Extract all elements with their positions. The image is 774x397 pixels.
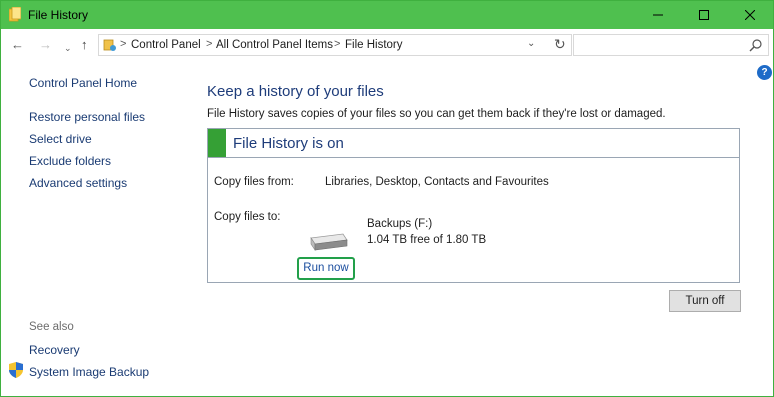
address-dropdown-icon[interactable]: ⌄ bbox=[527, 38, 535, 49]
drive-icon bbox=[310, 233, 348, 251]
copy-from-value: Libraries, Desktop, Contacts and Favouri… bbox=[325, 176, 549, 188]
system-image-backup-link[interactable]: System Image Backup bbox=[29, 365, 149, 379]
page-description: File History saves copies of your files … bbox=[207, 108, 666, 120]
drive-name: Backups (F:) bbox=[367, 218, 433, 230]
breadcrumb-file-history[interactable]: File History bbox=[345, 39, 403, 51]
select-drive-link[interactable]: Select drive bbox=[29, 132, 92, 146]
uac-shield-icon bbox=[9, 362, 23, 378]
window-title: File History bbox=[28, 8, 89, 22]
exclude-folders-link[interactable]: Exclude folders bbox=[29, 154, 111, 168]
breadcrumb-separator: > bbox=[206, 38, 213, 50]
search-box[interactable] bbox=[573, 34, 769, 56]
breadcrumb-all-items[interactable]: All Control Panel Items bbox=[216, 39, 333, 51]
breadcrumb-control-panel[interactable]: Control Panel bbox=[131, 39, 201, 51]
breadcrumb-separator: > bbox=[120, 38, 127, 50]
status-text: File History is on bbox=[233, 135, 344, 152]
navigation-bar: ← → ⌄ ↑ > Control Panel > All Control Pa… bbox=[1, 29, 773, 62]
help-icon[interactable]: ? bbox=[757, 65, 772, 80]
forward-arrow-icon[interactable]: → bbox=[39, 37, 52, 53]
minimize-button[interactable] bbox=[635, 1, 681, 29]
address-bar[interactable]: > Control Panel > All Control Panel Item… bbox=[98, 34, 572, 56]
up-arrow-icon[interactable]: ↑ bbox=[81, 37, 88, 53]
status-indicator bbox=[208, 129, 226, 157]
back-arrow-icon[interactable]: ← bbox=[11, 37, 24, 53]
file-history-app-icon bbox=[9, 7, 21, 22]
maximize-button[interactable] bbox=[681, 1, 727, 29]
close-button[interactable] bbox=[727, 1, 773, 29]
status-header: File History is on bbox=[208, 129, 739, 158]
restore-personal-files-link[interactable]: Restore personal files bbox=[29, 110, 145, 124]
page-title: Keep a history of your files bbox=[207, 83, 384, 100]
title-bar[interactable]: File History bbox=[1, 1, 773, 29]
turn-off-button[interactable]: Turn off bbox=[669, 290, 741, 312]
copy-to-label: Copy files to: bbox=[214, 211, 281, 223]
refresh-icon[interactable]: ↻ bbox=[554, 36, 566, 53]
see-also-label: See also bbox=[29, 321, 74, 333]
control-panel-home-link[interactable]: Control Panel Home bbox=[29, 76, 137, 90]
control-panel-icon bbox=[103, 39, 116, 51]
maximize-icon bbox=[699, 10, 709, 20]
recovery-link[interactable]: Recovery bbox=[29, 343, 80, 357]
minimize-icon bbox=[653, 14, 663, 16]
recent-locations-chevron-icon[interactable]: ⌄ bbox=[64, 40, 72, 56]
breadcrumb-separator: > bbox=[334, 38, 341, 50]
close-icon bbox=[745, 10, 755, 20]
file-history-window: File History ← → ⌄ ↑ > Control Panel > A… bbox=[0, 0, 774, 397]
status-panel: File History is on Copy files from: Libr… bbox=[207, 128, 740, 283]
content-area: Control Panel Home Restore personal file… bbox=[1, 62, 773, 396]
search-icon bbox=[749, 39, 762, 52]
drive-free-space: 1.04 TB free of 1.80 TB bbox=[367, 234, 487, 246]
run-now-link[interactable]: Run now bbox=[297, 257, 355, 280]
advanced-settings-link[interactable]: Advanced settings bbox=[29, 176, 127, 190]
copy-from-label: Copy files from: bbox=[214, 176, 294, 188]
